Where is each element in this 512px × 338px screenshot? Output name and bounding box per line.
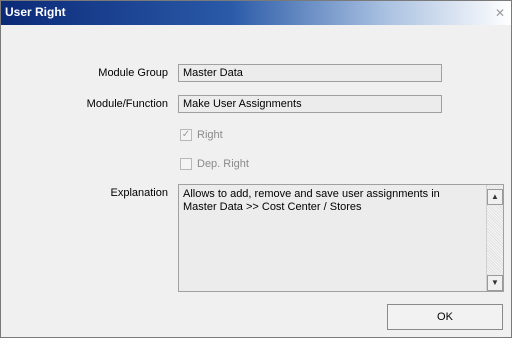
module-group-field[interactable]: Master Data (178, 64, 442, 82)
dep-right-checkbox-label: Dep. Right (197, 158, 249, 170)
module-function-field[interactable]: Make User Assignments (178, 95, 442, 113)
scroll-up-icon[interactable]: ▲ (487, 189, 503, 205)
dep-right-checkbox-row[interactable]: Dep. Right (180, 156, 249, 172)
explanation-label: Explanation (110, 187, 169, 199)
title-bar[interactable]: User Right ✕ (1, 1, 511, 25)
user-right-dialog: User Right ✕ Module Group Master Data Mo… (0, 0, 512, 338)
close-icon[interactable]: ✕ (493, 7, 507, 19)
dep-right-checkbox[interactable] (180, 158, 192, 170)
explanation-line-1: Allows to add, remove and save user assi… (183, 188, 440, 200)
explanation-memo[interactable]: Allows to add, remove and save user assi… (178, 184, 504, 292)
ok-button[interactable]: OK (387, 304, 503, 330)
explanation-text: Allows to add, remove and save user assi… (183, 188, 483, 214)
module-function-label: Module/Function (86, 98, 168, 110)
explanation-scrollbar[interactable]: ▲ ▼ (486, 185, 503, 291)
window-title: User Right (5, 5, 66, 19)
right-checkbox-row[interactable]: ✓ Right (180, 127, 223, 143)
scroll-down-icon[interactable]: ▼ (487, 275, 503, 291)
explanation-line-2: Master Data >> Cost Center / Stores (183, 201, 362, 213)
right-checkbox-label: Right (197, 129, 223, 141)
module-group-label: Module Group (98, 67, 168, 79)
right-checkbox[interactable]: ✓ (180, 129, 192, 141)
